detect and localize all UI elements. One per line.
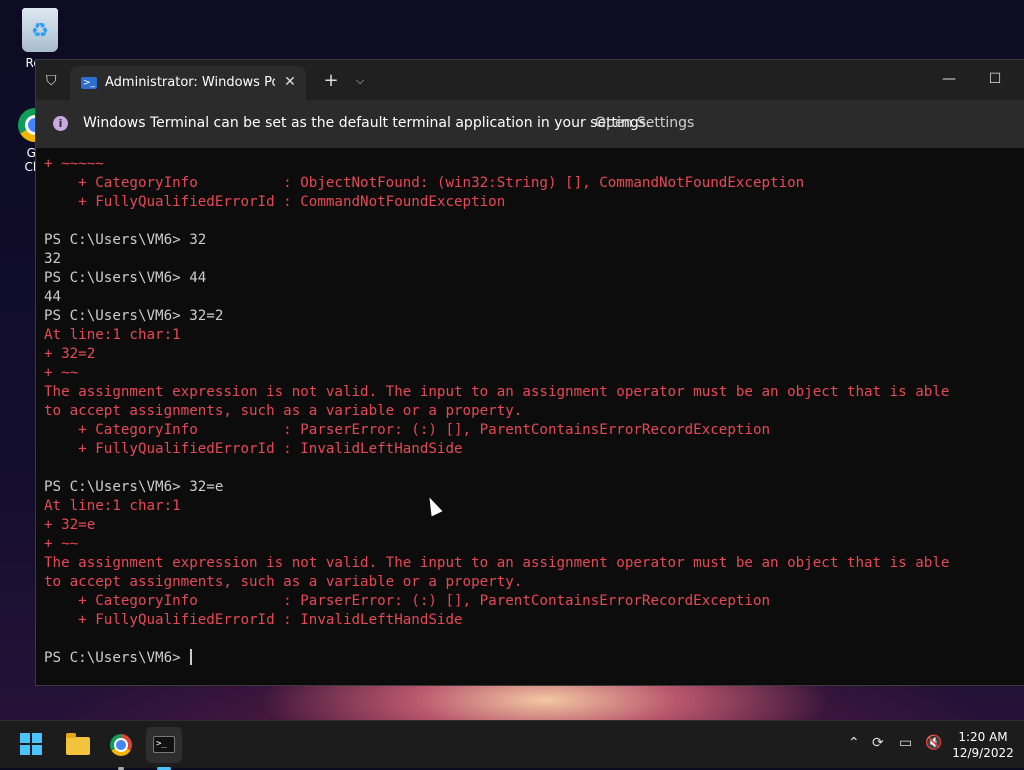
text-cursor — [190, 649, 193, 665]
console-line: to accept assignments, such as a variabl… — [44, 574, 523, 590]
terminal-icon: >_ — [153, 736, 175, 753]
chevron-up-icon[interactable]: ⌃ — [848, 735, 860, 751]
console-line: + ~~ — [44, 365, 79, 381]
console-line: PS C:\Users\VM6> 32=2 — [44, 308, 224, 324]
windows-logo-icon — [32, 745, 42, 755]
open-settings-link[interactable]: Open Settings — [595, 115, 694, 131]
console-line: + FullyQualifiedErrorId : InvalidLeftHan… — [44, 612, 463, 628]
console-line: + CategoryInfo : ParserError: (:) [], Pa… — [44, 593, 771, 609]
console-line: + ~~ — [44, 536, 79, 552]
chevron-down-icon[interactable]: ⌵ — [350, 70, 370, 92]
system-clock[interactable]: 1:20 AM 12/9/2022 — [950, 729, 1016, 761]
console-line: + 32=e — [44, 517, 96, 533]
console-line: The assignment expression is not valid. … — [44, 384, 950, 400]
windows-logo-icon — [32, 733, 42, 743]
console-line: to accept assignments, such as a variabl… — [44, 403, 523, 419]
terminal-taskbar-button[interactable]: >_ — [146, 727, 182, 770]
console-line: + ~~~~~ — [44, 156, 104, 172]
console-line: At line:1 char:1 — [44, 327, 181, 343]
recycle-bin-icon: ♻ — [22, 8, 58, 52]
console-line: PS C:\Users\VM6> 32 — [44, 232, 207, 248]
console-line: The assignment expression is not valid. … — [44, 555, 950, 571]
clock-time: 1:20 AM — [958, 730, 1008, 744]
sync-icon[interactable]: ⟳ — [872, 735, 884, 751]
console-prompt: PS C:\Users\VM6> — [44, 650, 190, 666]
powershell-icon: >_ — [81, 77, 97, 89]
tab-powershell[interactable]: >_ Administrator: Windows PowerShell ✕ — [70, 66, 306, 100]
console-line: + FullyQualifiedErrorId : InvalidLeftHan… — [44, 441, 463, 457]
console-line: PS C:\Users\VM6> 32=e — [44, 479, 224, 495]
console-output[interactable]: + ~~~~~ + CategoryInfo : ObjectNotFound:… — [44, 155, 1019, 680]
console-line: + CategoryInfo : ObjectNotFound: (win32:… — [44, 175, 805, 191]
minimize-button[interactable]: — — [926, 64, 972, 94]
console-line: 32 — [44, 251, 62, 267]
file-explorer-button[interactable] — [59, 727, 95, 763]
taskbar: >_ ⌃ ⟳ ▭ 🔇 1:20 AM 12/9/2022 — [0, 720, 1024, 770]
close-tab-icon[interactable]: ✕ — [280, 72, 300, 92]
info-message: Windows Terminal can be set as the defau… — [83, 115, 651, 131]
console-line: + CategoryInfo : ParserError: (:) [], Pa… — [44, 422, 771, 438]
console-prompt-line[interactable]: PS C:\Users\VM6> — [44, 649, 1019, 668]
info-bar: i Windows Terminal can be set as the def… — [36, 100, 1024, 148]
console-line: 44 — [44, 289, 62, 305]
chrome-icon — [110, 734, 132, 756]
console-line: + 32=2 — [44, 346, 96, 362]
speaker-muted-icon[interactable]: 🔇 — [925, 735, 942, 751]
folder-icon — [66, 733, 90, 755]
terminal-window: ⛉ >_ Administrator: Windows PowerShell ✕… — [35, 59, 1024, 686]
shield-icon: ⛉ — [46, 73, 57, 89]
info-icon: i — [53, 116, 68, 131]
new-tab-button[interactable]: + — [320, 70, 342, 92]
network-icon[interactable]: ▭ — [899, 735, 912, 751]
console-line: PS C:\Users\VM6> 44 — [44, 270, 207, 286]
console-line: At line:1 char:1 — [44, 498, 181, 514]
console-line: + FullyQualifiedErrorId : CommandNotFoun… — [44, 194, 506, 210]
tab-title: Administrator: Windows PowerShell — [105, 75, 275, 90]
maximize-button[interactable]: ☐ — [972, 64, 1018, 94]
start-button[interactable] — [14, 727, 50, 763]
clock-date: 12/9/2022 — [952, 746, 1014, 760]
windows-logo-icon — [20, 745, 30, 755]
chrome-taskbar-button[interactable] — [103, 727, 139, 770]
title-bar[interactable]: ⛉ >_ Administrator: Windows PowerShell ✕… — [36, 60, 1024, 100]
windows-logo-icon — [20, 733, 30, 743]
